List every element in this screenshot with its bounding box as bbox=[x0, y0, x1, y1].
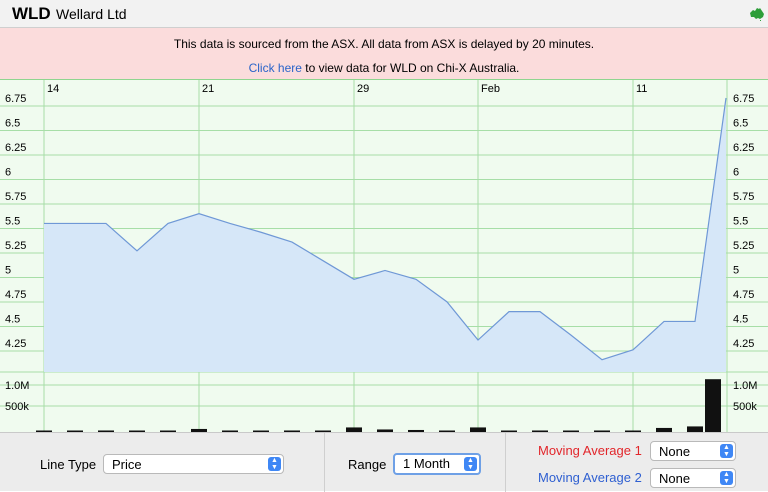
y-tick-label-right: 6.75 bbox=[733, 93, 754, 105]
y-tick-label-right: 5.25 bbox=[733, 240, 754, 252]
moving-average-2-select[interactable]: None ▲ ▼ bbox=[650, 468, 736, 488]
y-tick-label-left: 4.75 bbox=[5, 289, 26, 301]
company-name: Wellard Ltd bbox=[56, 6, 127, 22]
price-chart[interactable]: 6.75 6.75 6.5 6.5 6.25 6.25 6 6 5.75 5.75 5.5 5.5 5.… bbox=[0, 80, 768, 432]
ma2-stepper-icon: ▲ ▼ bbox=[720, 471, 733, 485]
chix-notice: Click here to view data for WLD on Chi-X… bbox=[0, 61, 768, 75]
chix-link[interactable]: Click here bbox=[249, 61, 302, 75]
australia-map-icon[interactable] bbox=[749, 7, 765, 21]
y-tick-label-left: 6.25 bbox=[5, 142, 26, 154]
y-tick-label-left: 6.75 bbox=[5, 93, 26, 105]
line-type-label: Line Type bbox=[40, 457, 97, 472]
chix-notice-text: to view data for WLD on Chi-X Australia. bbox=[301, 61, 520, 75]
y-tick-label-left: 5.25 bbox=[5, 240, 26, 252]
range-label: Range bbox=[348, 457, 387, 472]
moving-average-2-value: None bbox=[659, 471, 691, 486]
y-tick-label-right: 6.5 bbox=[733, 118, 748, 130]
y-tick-label-right: 5 bbox=[733, 265, 739, 277]
header-bar: WLD Wellard Ltd bbox=[0, 0, 768, 28]
data-notice-banner: This data is sourced from the ASX. All d… bbox=[0, 28, 768, 80]
volume-tick-label-left: 500k bbox=[5, 401, 29, 413]
y-tick-label-left: 6 bbox=[5, 167, 11, 179]
x-tick-label: 14 bbox=[47, 83, 59, 95]
y-tick-label-right: 4.25 bbox=[733, 338, 754, 350]
x-tick-label: 29 bbox=[357, 83, 369, 95]
range-value: 1 Month bbox=[403, 456, 450, 471]
line-type-value: Price bbox=[112, 457, 142, 472]
x-tick-label: 11 bbox=[636, 83, 647, 95]
volume-bar bbox=[705, 379, 721, 432]
line-type-stepper-icon: ▲ ▼ bbox=[268, 457, 281, 471]
y-tick-label-right: 5.5 bbox=[733, 216, 748, 228]
y-tick-label-left: 5.5 bbox=[5, 216, 20, 228]
y-tick-label-right: 6 bbox=[733, 167, 739, 179]
y-tick-label-left: 4.25 bbox=[5, 338, 26, 350]
range-stepper-icon: ▲ ▼ bbox=[464, 457, 477, 471]
y-tick-label-right: 4.5 bbox=[733, 314, 748, 326]
y-tick-label-right: 6.25 bbox=[733, 142, 754, 154]
chart-controls: Line Type Price ▲ ▼ Range 1 Month ▲ ▼ Movi… bbox=[0, 432, 768, 492]
y-tick-label-right: 4.75 bbox=[733, 289, 754, 301]
x-tick-label: 21 bbox=[202, 83, 214, 95]
controls-divider bbox=[324, 433, 325, 492]
line-type-select[interactable]: Price ▲ ▼ bbox=[103, 454, 284, 474]
moving-average-1-select[interactable]: None ▲ ▼ bbox=[650, 441, 736, 461]
range-select[interactable]: 1 Month ▲ ▼ bbox=[393, 453, 481, 475]
x-tick-label: Feb bbox=[481, 83, 500, 95]
y-tick-label-left: 4.5 bbox=[5, 314, 20, 326]
moving-average-1-label: Moving Average 1 bbox=[538, 443, 642, 458]
y-tick-label-left: 6.5 bbox=[5, 118, 20, 130]
y-tick-label-left: 5 bbox=[5, 265, 11, 277]
y-tick-label-right: 5.75 bbox=[733, 191, 754, 203]
moving-average-1-value: None bbox=[659, 444, 691, 459]
volume-tick-label-right: 1.0M bbox=[733, 380, 757, 392]
volume-tick-label-left: 1.0M bbox=[5, 380, 29, 392]
ma1-stepper-icon: ▲ ▼ bbox=[720, 444, 733, 458]
y-tick-label-left: 5.75 bbox=[5, 191, 26, 203]
moving-average-2-label: Moving Average 2 bbox=[538, 470, 642, 485]
delay-notice-text: This data is sourced from the ASX. All d… bbox=[173, 37, 595, 51]
controls-divider bbox=[505, 433, 506, 492]
volume-tick-label-right: 500k bbox=[733, 401, 757, 413]
stock-code: WLD bbox=[12, 4, 51, 23]
